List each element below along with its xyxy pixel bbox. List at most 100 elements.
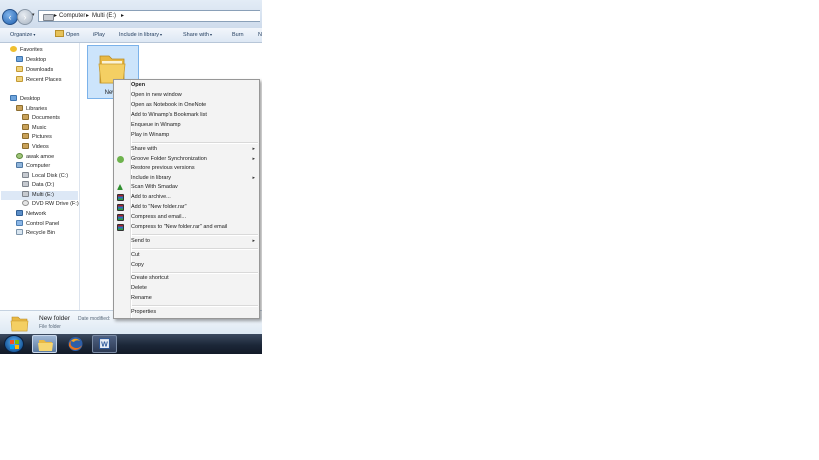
- winrar-icon: [117, 204, 124, 211]
- menu-item-create-shortcut[interactable]: Create shortcut: [131, 274, 169, 283]
- iplay-button[interactable]: iPlay: [93, 28, 105, 42]
- menu-item-delete[interactable]: Delete: [131, 284, 147, 293]
- address-bar-region: ‹ › ▾ ▸ Computer ▸ Multi (E:) ▸: [0, 0, 262, 28]
- menu-item-compress-email[interactable]: Compress and email...: [131, 213, 186, 222]
- nav-label: Documents: [32, 115, 60, 121]
- menu-item-cut[interactable]: Cut: [131, 251, 140, 260]
- windows-flag-yellow: [15, 345, 19, 349]
- user-icon: [16, 153, 23, 159]
- chevron-down-icon: ▾: [33, 32, 36, 37]
- nav-videos[interactable]: Videos: [22, 143, 49, 152]
- menu-item-add-rar[interactable]: Add to "New folder.rar": [131, 203, 187, 212]
- details-modified-label: Date modified:: [78, 316, 111, 322]
- menu-item-enqueue-winamp[interactable]: Enqueue in Winamp: [131, 121, 181, 130]
- breadcrumb-separator-icon[interactable]: ▸: [54, 12, 57, 21]
- nav-music[interactable]: Music: [22, 124, 46, 133]
- nav-recent-places[interactable]: Recent Places: [16, 76, 61, 85]
- favorites-icon: [10, 46, 17, 52]
- menu-item-properties[interactable]: Properties: [131, 308, 156, 317]
- nav-desktop-favorite[interactable]: Desktop: [16, 56, 46, 65]
- open-label: Open: [66, 32, 80, 38]
- nav-control-panel[interactable]: Control Panel: [16, 220, 59, 229]
- back-button[interactable]: ‹: [2, 9, 18, 25]
- organize-button[interactable]: Organize▾: [10, 28, 35, 42]
- menu-item-open[interactable]: Open: [131, 81, 145, 90]
- menu-separator: [132, 305, 258, 307]
- recent-pages-dropdown-icon[interactable]: ▾: [32, 12, 35, 18]
- breadcrumb-separator-icon[interactable]: ▸: [86, 12, 89, 21]
- menu-separator: [132, 234, 258, 236]
- drive-icon: [22, 191, 29, 197]
- start-orb-icon[interactable]: [4, 335, 24, 353]
- iplay-label: iPlay: [93, 32, 105, 38]
- include-in-library-button[interactable]: Include in library▾: [119, 28, 162, 42]
- pictures-icon: [22, 133, 29, 139]
- navigation-pane: Favorites Desktop Downloads Recent Place…: [0, 43, 80, 310]
- menu-item-scan-smadav[interactable]: Scan With Smadav: [131, 183, 178, 192]
- downloads-icon: [16, 66, 23, 72]
- nav-label: Downloads: [26, 67, 54, 73]
- new-folder-label: N: [258, 32, 262, 38]
- details-item-name: New folder: [39, 315, 71, 322]
- nav-favorites[interactable]: Favorites: [10, 46, 43, 55]
- nav-local-disk-c[interactable]: Local Disk (C:): [22, 172, 68, 181]
- open-button[interactable]: Open: [55, 28, 79, 42]
- nav-data-d[interactable]: Data (D:): [22, 181, 54, 190]
- address-field[interactable]: ▸ Computer ▸ Multi (E:) ▸: [38, 10, 260, 22]
- menu-item-play-winamp[interactable]: Play in Winamp: [131, 131, 169, 140]
- desktop-icon: [10, 95, 17, 101]
- menu-item-open-new-window[interactable]: Open in new window: [131, 91, 182, 100]
- nav-documents[interactable]: Documents: [22, 114, 60, 123]
- menu-item-restore-versions[interactable]: Restore previous versions: [131, 164, 195, 173]
- details-item-type: File folder: [39, 324, 61, 330]
- new-folder-button[interactable]: N: [258, 28, 262, 42]
- nav-computer[interactable]: Computer: [16, 162, 50, 171]
- nav-network[interactable]: Network: [16, 210, 46, 219]
- nav-recycle-bin[interactable]: Recycle Bin: [16, 229, 55, 238]
- burn-label: Burn: [232, 32, 244, 38]
- drive-icon: [43, 14, 54, 21]
- organize-label: Organize: [10, 32, 33, 38]
- nav-label: Music: [32, 125, 47, 131]
- network-icon: [16, 210, 23, 216]
- nav-downloads[interactable]: Downloads: [16, 66, 53, 75]
- drive-icon: [22, 172, 29, 178]
- breadcrumb-multi-e[interactable]: Multi (E:): [92, 12, 116, 21]
- menu-item-compress-rar-email[interactable]: Compress to "New folder.rar" and email: [131, 223, 227, 232]
- submenu-arrow-icon: ▸: [252, 238, 255, 244]
- submenu-arrow-icon: ▸: [252, 146, 255, 152]
- nav-desktop[interactable]: Desktop: [10, 95, 40, 104]
- menu-item-add-archive[interactable]: Add to archive...: [131, 193, 171, 202]
- nav-multi-e[interactable]: Multi (E:): [1, 191, 78, 200]
- menu-item-include-library[interactable]: Include in library: [131, 174, 171, 183]
- nav-libraries[interactable]: Libraries: [16, 105, 47, 114]
- breadcrumb-computer[interactable]: Computer: [59, 12, 85, 21]
- submenu-arrow-icon: ▸: [252, 175, 255, 181]
- burn-button[interactable]: Burn: [232, 28, 244, 42]
- forward-button[interactable]: ›: [17, 9, 33, 25]
- breadcrumb-separator-icon[interactable]: ▸: [121, 12, 124, 21]
- nav-pictures[interactable]: Pictures: [22, 133, 52, 142]
- nav-label: Videos: [32, 144, 49, 150]
- menu-item-groove-sync[interactable]: Groove Folder Synchronization: [131, 155, 207, 164]
- nav-dvd-rw-f[interactable]: DVD RW Drive (F:): [22, 200, 79, 209]
- menu-item-open-onenote[interactable]: Open as Notebook in OneNote: [131, 101, 206, 110]
- menu-item-rename[interactable]: Rename: [131, 294, 152, 303]
- recycle-bin-icon: [16, 229, 23, 235]
- menu-item-winamp-bookmark[interactable]: Add to Winamp's Bookmark list: [131, 111, 207, 120]
- menu-item-send-to[interactable]: Send to: [131, 237, 150, 246]
- menu-item-copy[interactable]: Copy: [131, 261, 144, 270]
- share-with-button[interactable]: Share with▾: [183, 28, 212, 42]
- context-menu: Open Open in new window Open as Notebook…: [113, 79, 260, 319]
- folder-icon: [55, 30, 64, 37]
- nav-label: Local Disk (C:): [32, 173, 69, 179]
- word-icon[interactable]: W: [92, 335, 117, 353]
- menu-separator: [132, 142, 258, 144]
- firefox-icon[interactable]: [63, 335, 88, 353]
- menu-item-share-with[interactable]: Share with: [131, 145, 257, 154]
- nav-user-folder[interactable]: awak amoe: [16, 153, 54, 162]
- explorer-window: ‹ › ▾ ▸ Computer ▸ Multi (E:) ▸ Organize…: [0, 0, 262, 354]
- command-bar: Organize▾ Open iPlay Include in library▾…: [0, 28, 262, 43]
- windows-explorer-icon[interactable]: [32, 335, 57, 353]
- desktop-icon: [16, 56, 23, 62]
